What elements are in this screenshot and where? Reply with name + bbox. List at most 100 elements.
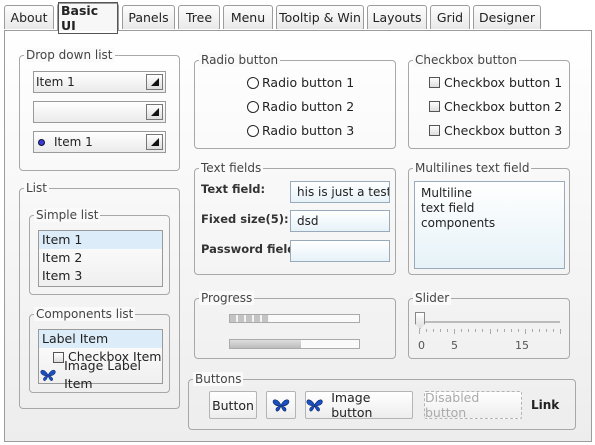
tab-designer[interactable]: Designer [473, 5, 541, 29]
bullet-icon [38, 138, 45, 146]
tab-tooltip-win[interactable]: Tooltip & Win [276, 5, 364, 29]
multiline-title: Multilines text field [413, 161, 532, 175]
slider-title: Slider [413, 291, 452, 305]
checkbox-3[interactable]: Checkbox button 3 [429, 123, 562, 138]
slider-tick [496, 329, 498, 332]
multiline-text-area[interactable]: Multiline text field components [414, 181, 565, 269]
radio-circle-icon[interactable] [247, 100, 259, 113]
components-list[interactable]: Label Item Checkbox Item Image Label Ite… [38, 329, 163, 391]
list-item-label[interactable]: Label Item [39, 330, 162, 348]
tab-grid[interactable]: Grid [430, 5, 470, 29]
icon-button[interactable] [266, 391, 296, 419]
simple-list-group: Simple list Item 1 Item 2 Item 3 [29, 208, 170, 295]
tab-about[interactable]: About [4, 5, 54, 29]
checkbox-label: Checkbox button 1 [444, 75, 563, 90]
slider-tick [517, 329, 519, 332]
chevron-down-icon[interactable] [146, 104, 163, 120]
progress-title: Progress [199, 291, 255, 305]
disabled-button: Disabled button [424, 390, 522, 420]
slider-tick [426, 329, 428, 332]
checkbox-box-icon[interactable] [429, 77, 440, 88]
checkbox-box-icon[interactable] [429, 125, 440, 136]
checkbox-group: Checkbox button Checkbox button 1 Checkb… [408, 53, 570, 149]
progress-bar-2 [229, 339, 360, 349]
text-field-label: Text field: [201, 182, 266, 196]
checkbox-label: Checkbox button 2 [444, 99, 563, 114]
progress-bar-1-fill [230, 315, 269, 322]
list-group: List Simple list Item 1 Item 2 Item 3 Co… [19, 181, 180, 409]
fixed-size-field[interactable]: dsd [290, 210, 390, 232]
multiline-line: Multiline [421, 186, 472, 200]
multiline-line: components [421, 216, 496, 230]
checkbox-2[interactable]: Checkbox button 2 [429, 99, 562, 114]
radio-button-1[interactable]: Radio button 1 [247, 75, 354, 90]
chevron-down-icon[interactable] [146, 134, 163, 150]
password-field-label: Password field: [201, 242, 301, 256]
link[interactable]: Link [531, 398, 559, 412]
tab-layouts[interactable]: Layouts [367, 5, 427, 29]
password-field[interactable] [290, 240, 390, 262]
dropdown-group-title: Drop down list [24, 48, 115, 62]
simple-list[interactable]: Item 1 Item 2 Item 3 [38, 230, 163, 287]
radio-label: Radio button 1 [262, 75, 355, 90]
checkbox-box-icon[interactable] [429, 101, 440, 112]
image-button[interactable]: Image button [305, 390, 413, 420]
slider-tick-label: 0 [418, 339, 425, 352]
chevron-down-icon[interactable] [146, 74, 163, 90]
list-item[interactable]: Item 1 [39, 231, 162, 249]
components-list-group: Components list Label Item Checkbox Item… [29, 307, 170, 393]
radio-button-3[interactable]: Radio button 3 [247, 123, 354, 138]
radio-button-2[interactable]: Radio button 2 [247, 99, 354, 114]
slider-tick [433, 329, 435, 332]
slider-tick [482, 329, 484, 332]
radio-group: Radio button Radio button 1 Radio button… [194, 53, 396, 149]
dropdown-combo-1[interactable]: Item 1 [33, 71, 166, 93]
butterfly-icon [272, 399, 290, 412]
progress-bar-2-fill [230, 340, 301, 348]
checkbox-1[interactable]: Checkbox button 1 [429, 75, 562, 90]
slider-track[interactable] [419, 321, 560, 323]
dropdown-combo-3[interactable]: Item 1 [33, 131, 166, 153]
plain-button[interactable]: Button [209, 391, 257, 419]
list-item[interactable]: Item 3 [39, 267, 162, 285]
tab-panels[interactable]: Panels [122, 5, 175, 29]
progress-group: Progress [194, 291, 396, 359]
slider-tick [440, 329, 442, 332]
radio-label: Radio button 2 [262, 99, 355, 114]
disabled-button-label: Disabled button [425, 390, 480, 420]
progress-bar-1 [229, 314, 360, 323]
multiline-group: Multilines text field Multiline text fie… [408, 161, 570, 275]
slider-tick [510, 329, 512, 332]
slider-tick-label: 15 [515, 339, 529, 352]
list-group-title: List [24, 181, 49, 195]
list-item-image-label: Image Label Item [64, 358, 141, 391]
list-item-image[interactable]: Image Label Item [39, 358, 162, 391]
slider-tick [475, 329, 477, 332]
checkbox-group-title: Checkbox button [413, 53, 519, 67]
tab-tree[interactable]: Tree [178, 5, 220, 29]
plain-button-label: Button [212, 397, 254, 413]
slider-tick [538, 329, 540, 332]
text-fields-title: Text fields [199, 161, 264, 175]
slider-group: Slider 0 5 15 [408, 291, 570, 359]
list-item[interactable]: Item 2 [39, 249, 162, 267]
slider-tick [545, 329, 547, 332]
tab-basic-ui[interactable]: Basic UI [57, 1, 119, 34]
slider-tick [468, 329, 470, 332]
checkbox-box-icon[interactable] [53, 351, 64, 363]
fixed-size-label: Fixed size(5): [201, 212, 289, 226]
buttons-group: Buttons Button Image button Disabled but… [188, 372, 576, 430]
components-list-title: Components list [34, 307, 136, 321]
radio-circle-icon[interactable] [247, 124, 259, 137]
tab-menu[interactable]: Menu [223, 5, 273, 29]
slider-thumb[interactable] [415, 312, 425, 329]
checkbox-label: Checkbox button 3 [444, 123, 563, 138]
text-fields-group: Text fields Text field: his is just a te… [194, 161, 396, 275]
slider-tick [454, 329, 456, 334]
radio-circle-icon[interactable] [247, 76, 259, 89]
simple-list-title: Simple list [34, 208, 101, 222]
slider-tick [560, 329, 561, 334]
text-field[interactable]: his is just a test. [290, 181, 390, 203]
dropdown-combo-2[interactable] [33, 101, 166, 123]
slider-tick [419, 329, 420, 334]
